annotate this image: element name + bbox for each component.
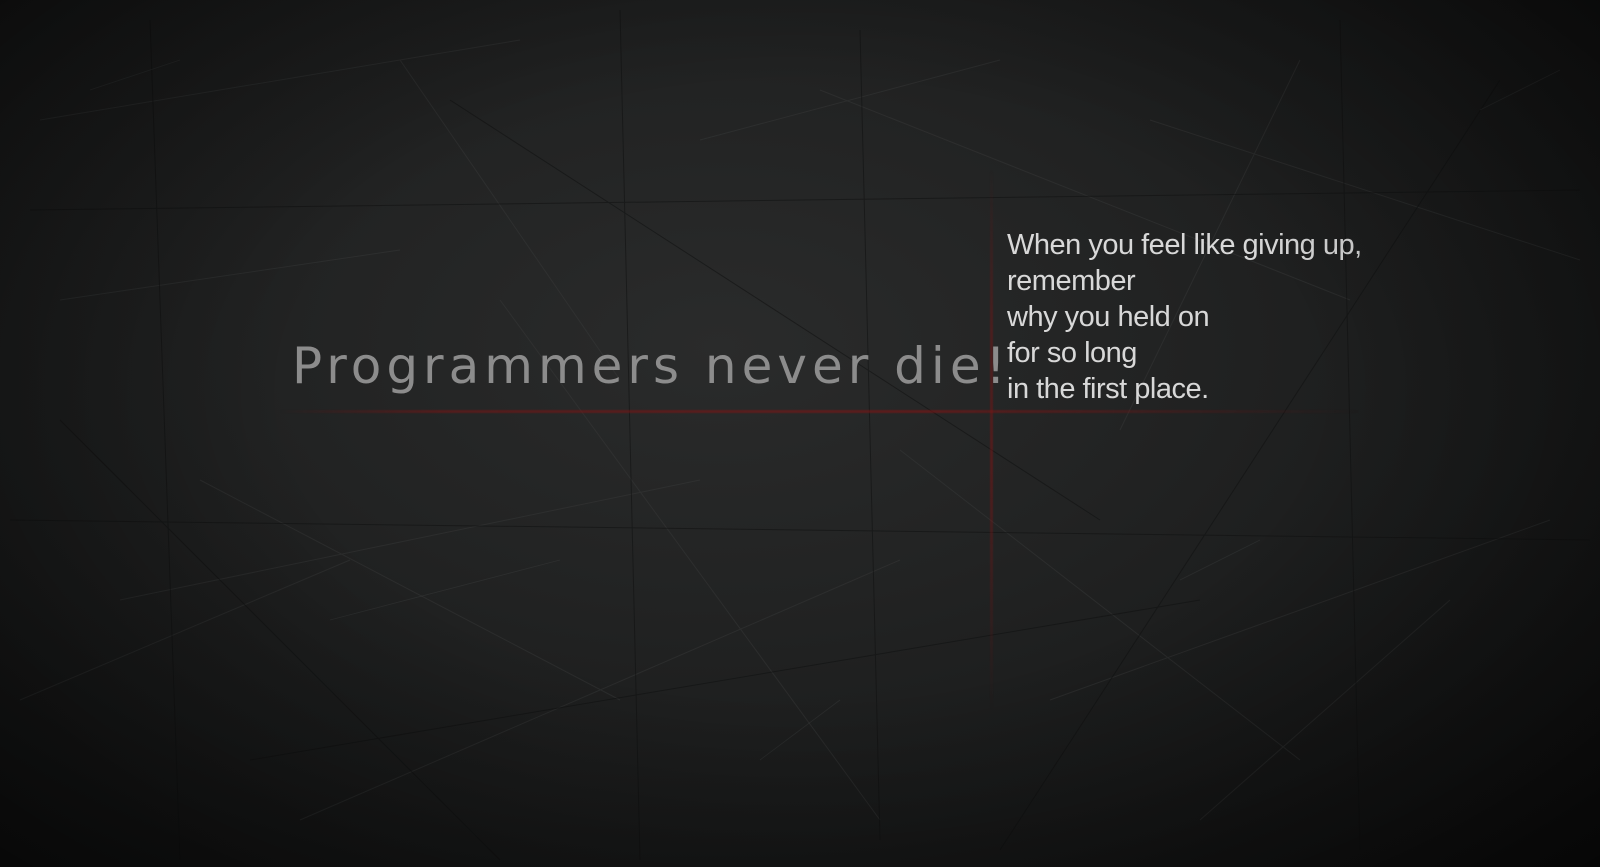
red-horizontal-accent-line [280, 410, 1360, 413]
headline: Programmers never die! [292, 337, 1011, 395]
quote: When you feel like giving up, remember w… [1007, 227, 1362, 407]
wallpaper: Programmers never die! When you feel lik… [0, 0, 1600, 867]
quote-line: in the first place. [1007, 373, 1209, 405]
quote-line: remember [1007, 265, 1136, 297]
quote-line: for so long [1007, 337, 1137, 369]
quote-line: why you held on [1007, 301, 1210, 333]
scratch-texture [9, 9, 1591, 861]
quote-line: When you feel like giving up, [1007, 229, 1362, 261]
red-vertical-accent-line [990, 170, 993, 710]
